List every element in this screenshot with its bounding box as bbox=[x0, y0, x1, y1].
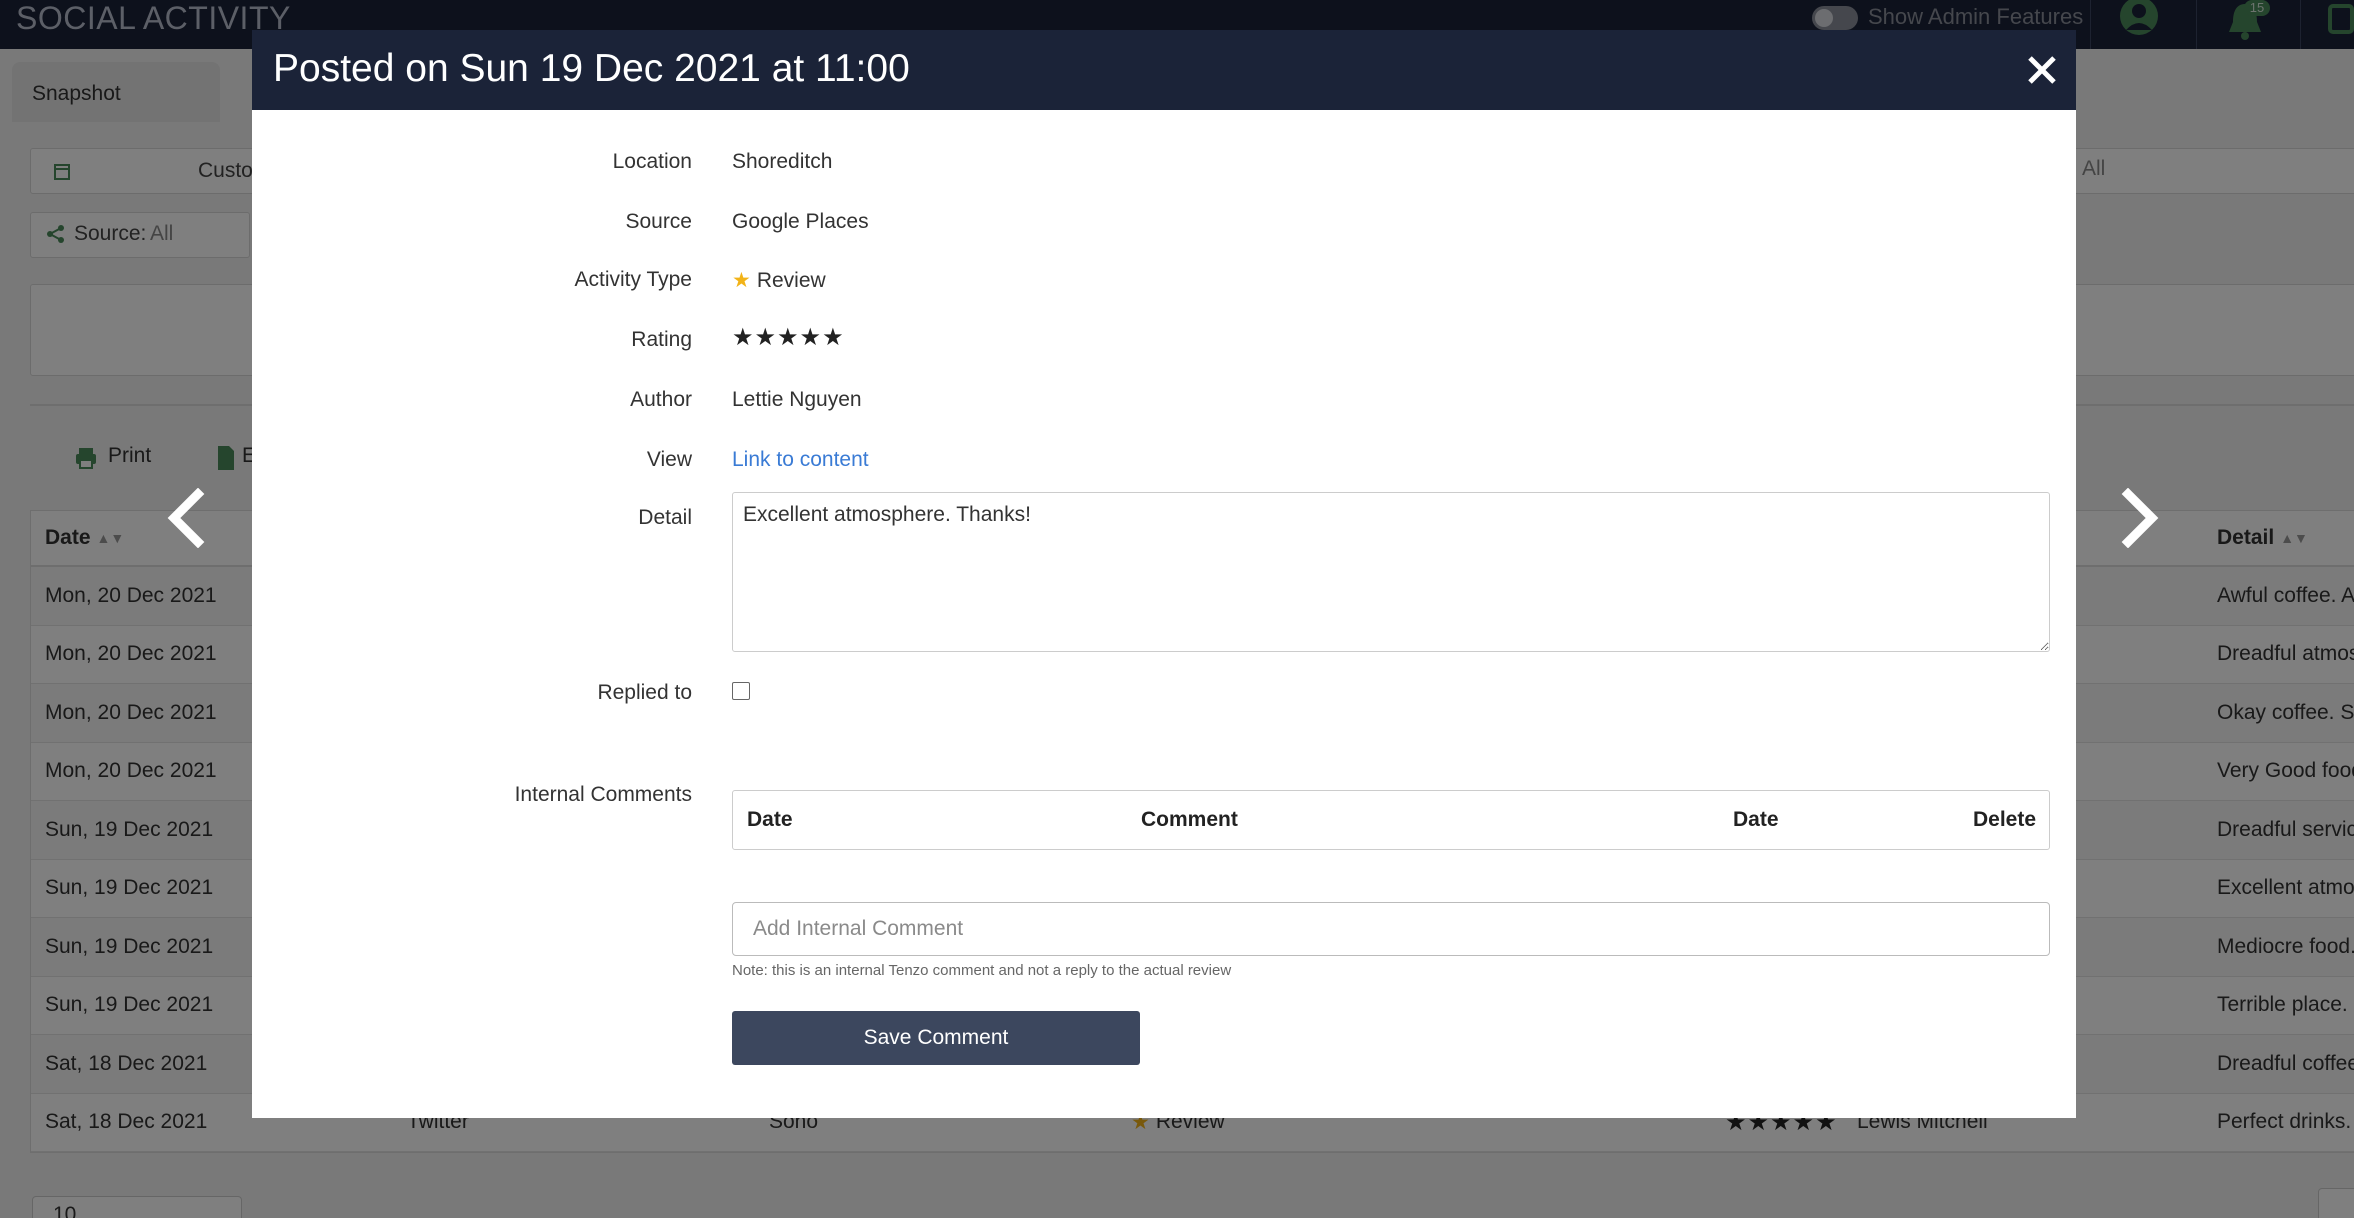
close-icon[interactable] bbox=[2022, 48, 2062, 92]
previous-arrow-icon[interactable] bbox=[162, 488, 212, 548]
modal-title: Posted on Sun 19 Dec 2021 at 11:00 bbox=[273, 47, 910, 90]
location-label: Location bbox=[612, 150, 692, 173]
location-value: Shoreditch bbox=[732, 150, 833, 173]
source-value: Google Places bbox=[732, 210, 869, 233]
view-label: View bbox=[646, 448, 692, 471]
comments-header-comment: Comment bbox=[1141, 808, 1238, 831]
add-internal-comment-input[interactable] bbox=[732, 902, 2050, 956]
author-value: Lettie Nguyen bbox=[732, 388, 862, 411]
author-label: Author bbox=[630, 388, 692, 411]
comments-header-delete: Delete bbox=[1973, 808, 2037, 831]
save-comment-button[interactable]: Save Comment bbox=[732, 1011, 1140, 1065]
internal-comment-note: Note: this is an internal Tenzo comment … bbox=[732, 962, 1232, 979]
comments-header-date: Date bbox=[747, 808, 793, 831]
rating-label: Rating bbox=[631, 328, 692, 351]
internal-comments-table: Date Comment Date Delete bbox=[732, 790, 2050, 850]
star-icon: ★ bbox=[732, 269, 751, 292]
activity-type-label: Activity Type bbox=[574, 268, 693, 291]
activity-detail-modal: Posted on Sun 19 Dec 2021 at 11:00 Locat… bbox=[252, 30, 2076, 1118]
modal-header: Posted on Sun 19 Dec 2021 at 11:00 bbox=[252, 30, 2076, 110]
link-to-content[interactable]: Link to content bbox=[732, 447, 869, 473]
replied-to-label: Replied to bbox=[597, 681, 692, 704]
internal-comments-label: Internal Comments bbox=[514, 783, 692, 806]
activity-type-text: Review bbox=[756, 269, 826, 292]
comments-header-date-2: Date bbox=[1733, 808, 1779, 831]
rating-stars: ★★★★★ bbox=[732, 324, 845, 351]
activity-type-value: ★ Review bbox=[732, 268, 826, 294]
detail-label: Detail bbox=[638, 506, 692, 529]
next-arrow-icon[interactable] bbox=[2114, 488, 2164, 548]
replied-to-checkbox[interactable] bbox=[732, 682, 750, 700]
detail-textarea[interactable]: Excellent atmosphere. Thanks! bbox=[732, 492, 2050, 652]
source-label: Source bbox=[625, 210, 692, 233]
